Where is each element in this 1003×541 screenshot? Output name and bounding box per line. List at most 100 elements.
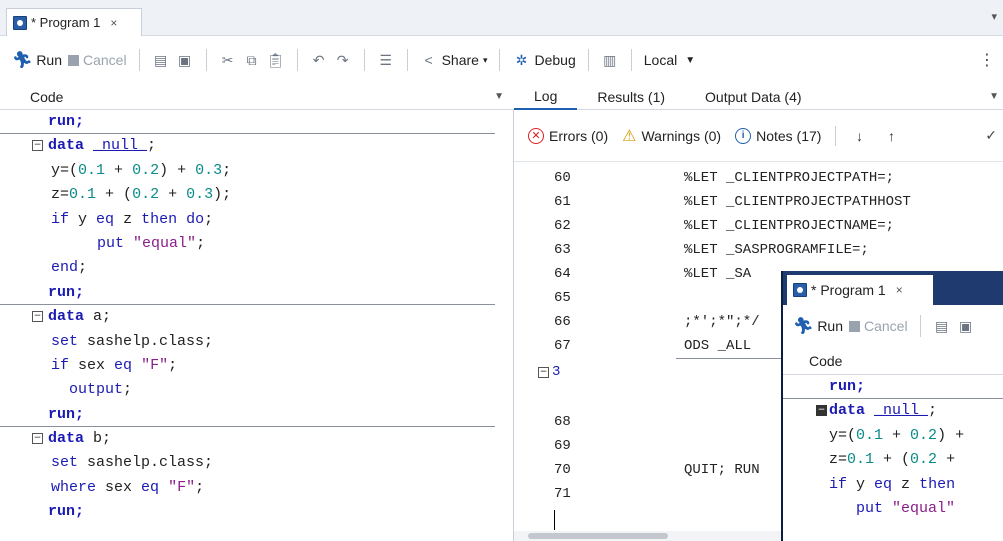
toolbar-divider [630,49,632,71]
floating-tab-program-1[interactable]: * Program 1 × [787,275,933,305]
tab-program-1[interactable]: * Program 1 × [6,8,142,36]
main-toolbar: 🏃︎ Run Cancel ▤ ▣ ✂ ⧉ 📋︎ ↶ ↷ ☰ < Share ▾… [0,36,1003,84]
program-icon [793,283,807,297]
log-panel-header: Log Results (1) Output Data (4) ▼ [514,84,1003,110]
log-line: 62 %LET _CLIENTPROJECTNAME=; [554,218,895,234]
share-button[interactable]: < Share ▾ [420,51,488,69]
save-icon[interactable]: ▤ [152,51,170,69]
run-button[interactable]: 🏃︎ Run [12,50,62,70]
close-icon[interactable]: × [110,16,117,30]
run-icon: 🏃︎ [12,52,33,69]
chevron-down-icon: ▾ [482,54,488,65]
code-panel-title: Code [30,88,64,105]
fold-toggle-icon[interactable]: − [538,367,549,378]
arrow-down-icon[interactable]: ↓ [850,127,868,145]
text-cursor [554,510,555,530]
code-line: put "equal"; [97,234,206,252]
code-line: z=0.1 + (0.2 + 0.3); [51,186,232,204]
stop-icon [849,320,860,332]
fold-toggle-icon[interactable]: − [32,311,43,323]
run-button[interactable]: 🏃︎ Run [793,316,843,336]
program-icon [13,15,27,30]
errors-filter[interactable]: ✕ Errors (0) [528,127,608,144]
cancel-button[interactable]: Cancel [849,318,908,334]
code-line: z=0.1 + (0.2 + [829,451,956,469]
run-icon: 🏃︎ [793,318,814,335]
floating-tab-bar: * Program 1 × [783,271,1003,305]
code-line: output; [69,381,133,399]
toolbar-divider [406,49,408,71]
warning-icon: ⚠ [622,127,637,145]
editor-tab-bar: * Program 1 × ▾ [0,0,1003,36]
copy-icon[interactable]: ⧉ [243,51,261,69]
save-as-icon[interactable]: ▣ [957,317,975,335]
code-line: run; [783,375,1003,400]
log-line: 63 %LET _SASPROGRAMFILE=; [554,242,869,258]
code-line: run; [48,503,85,521]
tab-log[interactable]: Log [514,84,578,110]
code-panel-header: Code ▼ [0,84,514,110]
code-line: run; [0,403,495,428]
code-line: run; [0,110,495,135]
format-code-icon[interactable]: ☰ [377,51,395,69]
stop-icon [68,54,79,66]
code-line: − data b; [32,430,112,448]
floating-program-window[interactable]: * Program 1 × 🏃︎ Run Cancel ▤ ▣ Code run… [781,271,1003,541]
scrollbar-thumb[interactable] [528,533,668,539]
code-line: end; [51,259,88,277]
code-line: if sex eq "F"; [51,356,178,374]
chevron-down-icon[interactable]: ▼ [989,91,999,102]
chevron-down-icon[interactable]: ▾ [991,10,997,23]
code-line: − data _null_; [816,402,938,420]
error-icon: ✕ [528,127,544,144]
code-line: set sashelp.class; [51,454,214,472]
toolbar-divider [363,49,365,71]
save-icon[interactable]: ▤ [933,317,951,335]
fold-toggle-icon[interactable]: − [816,405,827,417]
close-icon[interactable]: × [896,283,903,297]
paste-icon[interactable]: 📋︎ [267,51,285,69]
toolbar-divider [835,125,837,146]
redo-icon[interactable]: ↷ [334,51,352,69]
warnings-filter[interactable]: ⚠ Warnings (0) [622,126,721,146]
notes-filter[interactable]: i Notes (17) [735,127,821,144]
toolbar-divider [138,49,140,71]
server-select[interactable]: Local ▼ [644,52,695,68]
code-line: − data a; [32,308,112,326]
cut-icon[interactable]: ✂ [219,51,237,69]
floating-toolbar: 🏃︎ Run Cancel ▤ ▣ [783,305,1003,347]
code-line: if y eq z then [829,475,956,493]
arrow-up-icon[interactable]: ↑ [882,127,900,145]
fold-toggle-icon[interactable]: − [32,140,43,152]
check-icon[interactable]: ✓ [985,127,997,144]
tab-output-data[interactable]: Output Data (4) [685,84,822,110]
code-line: y=(0.1 + 0.2) + [829,426,965,444]
floating-code-header: Code [783,347,1003,375]
chevron-down-icon: ▼ [685,54,696,66]
info-icon: i [735,127,752,144]
log-toolbar: ✕ Errors (0) ⚠ Warnings (0) i Notes (17)… [514,110,1003,162]
toolbar-divider [587,49,589,71]
toolbar-divider [296,49,298,71]
log-line: 61 %LET _CLIENTPROJECTPATHHOST [554,194,911,210]
cancel-button[interactable]: Cancel [68,52,127,68]
log-line: 60 %LET _CLIENTPROJECTPATH=; [554,170,895,186]
undo-icon[interactable]: ↶ [310,51,328,69]
chevron-down-icon[interactable]: ▼ [494,91,504,102]
code-line: y=(0.1 + 0.2) + 0.3; [51,161,232,179]
toolbar-divider [499,49,501,71]
code-line: set sashelp.class; [51,332,214,350]
code-editor[interactable]: run; − data _null_; y=(0.1 + 0.2) + 0.3; … [0,110,514,541]
save-as-icon[interactable]: ▣ [176,51,194,69]
code-line: put "equal" [856,499,956,517]
floating-code-editor[interactable]: run; − data _null_; y=(0.1 + 0.2) + z=0.1… [783,375,1003,541]
debug-button[interactable]: ✲ Debug [512,51,576,69]
properties-icon[interactable]: ▥ [601,51,619,69]
code-line: if y eq z then do; [51,210,214,228]
code-line: run; [0,281,495,306]
tab-results[interactable]: Results (1) [577,84,685,110]
share-icon: < [424,52,433,68]
toolbar-divider [919,315,921,337]
fold-toggle-icon[interactable]: − [32,433,43,445]
more-options-icon[interactable]: ⋮ [979,50,995,70]
